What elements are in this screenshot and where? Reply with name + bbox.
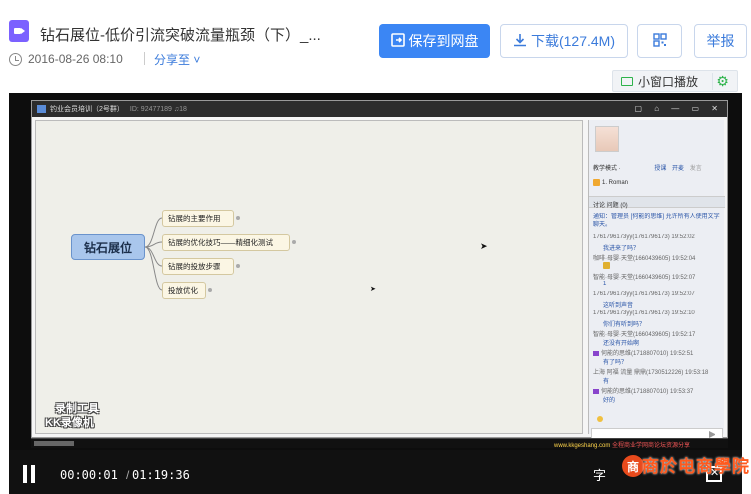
qr-code-icon bbox=[652, 32, 667, 50]
download-label: 下载(127.4M) bbox=[530, 33, 616, 49]
upload-date: 2016-08-26 08:10 bbox=[28, 52, 123, 66]
chat-meta: 智能·母婴·天堂(1660439605) 19:52:17 bbox=[593, 332, 696, 338]
expand-icon bbox=[236, 264, 240, 268]
member-badge-icon bbox=[593, 179, 600, 186]
chat-message: 这听到声音 bbox=[603, 303, 634, 309]
pause-button[interactable] bbox=[22, 465, 36, 483]
divider bbox=[144, 52, 145, 65]
crown-icon bbox=[593, 388, 599, 394]
mouse-cursor-icon: ➤ bbox=[370, 286, 376, 293]
mindmap-node: 钻展的优化技巧——精细化测试 bbox=[162, 234, 290, 251]
share-dropdown[interactable]: 分享至 ˅ bbox=[154, 51, 200, 68]
emoji-icon bbox=[603, 262, 610, 269]
class-side-panel: 教学模式 · 授课 开麦 发言 1. Roman 讨论 问题 (0) 通知：管理… bbox=[588, 120, 725, 440]
source-url: www.kkgeshang.com bbox=[554, 443, 611, 449]
clock-icon bbox=[9, 53, 22, 66]
crown-icon bbox=[593, 350, 599, 356]
send-icon bbox=[709, 431, 718, 438]
video-player[interactable]: 钓业会员培训（2号群） ID: 92477189 ♫18 ▢ ⌂ — ▭ ✕ 钻… bbox=[9, 93, 742, 494]
member-row: 1. Roman bbox=[593, 179, 628, 186]
chat-message: 还没有开始啊 bbox=[603, 341, 640, 347]
mode-tab: 授课 bbox=[654, 166, 667, 172]
mode-label: 教学模式 · bbox=[593, 166, 621, 172]
chat-meta: 1761796173yy(1761796173) 19:52:02 bbox=[593, 234, 695, 240]
share-label: 分享至 bbox=[154, 53, 191, 67]
tv-icon bbox=[621, 76, 633, 86]
mindmap-connectors bbox=[144, 217, 163, 291]
chat-meta: 上海 阿福 流量 鼎鼎(1730512226) 19:53:18 bbox=[593, 370, 709, 376]
app-titlebar: 钓业会员培训（2号群） ID: 92477189 ♫18 ▢ ⌂ — ▭ ✕ bbox=[32, 101, 727, 117]
recorder-watermark: 录制工具 KK录像机 bbox=[45, 402, 99, 430]
chat-meta: 何能的思维(1718807010) 19:53:37 bbox=[593, 386, 721, 395]
chat-message: 你们有听到吗？ bbox=[603, 322, 646, 328]
member-name: 1. Roman bbox=[602, 180, 629, 187]
academy-logo: 商 商於电商學院 bbox=[620, 451, 751, 494]
save-to-disk-button[interactable]: 保存到网盘 bbox=[379, 24, 490, 58]
file-title: 钻石展位-低价引流突破流量瓶颈（下）_... bbox=[40, 27, 321, 44]
time-separator: / bbox=[126, 468, 130, 482]
teacher-avatar bbox=[595, 126, 619, 152]
chat-message: 好的 bbox=[603, 398, 616, 404]
mindmap-root: 钻石展位 bbox=[71, 234, 145, 260]
chat-message: 有 bbox=[603, 379, 610, 385]
qr-code-button[interactable] bbox=[637, 24, 682, 58]
chat-tabs-label: 讨论 问题 (0) bbox=[593, 203, 628, 209]
chat-message: 有了吗？ bbox=[603, 360, 628, 366]
app-logo-icon bbox=[37, 105, 46, 113]
window-controls-icon: ▢ ⌂ — ▭ ✕ bbox=[634, 104, 723, 113]
chat-meta: 智能·母婴·天堂(1660439605) 19:52:07 bbox=[593, 275, 696, 281]
expand-icon bbox=[208, 288, 212, 292]
recorded-app-window: 钓业会员培训（2号群） ID: 92477189 ♫18 ▢ ⌂ — ▭ ✕ 钻… bbox=[31, 100, 728, 440]
chat-meta: 1761796173yy(1761796173) 19:52:07 bbox=[593, 291, 695, 297]
gear-icon[interactable]: ⚙ bbox=[712, 73, 732, 90]
chat-meta: 何能的思维(1718807010) 19:52:51 bbox=[593, 348, 721, 357]
mindmap-node: 钻展的主要作用 bbox=[162, 210, 234, 227]
mouse-cursor-icon: ➤ bbox=[480, 241, 488, 251]
mindmap-node: 投放优化 bbox=[162, 282, 206, 299]
watermark-line: KK录像机 bbox=[45, 417, 94, 429]
mindmap-node: 钻展的投放步骤 bbox=[162, 258, 234, 275]
chat-tabs: 讨论 问题 (0) bbox=[589, 196, 725, 209]
chat-notice: 通知：管理员 [何能的思维] 允许所有人使用文字聊天。 bbox=[593, 214, 720, 228]
emoji-icon bbox=[597, 416, 603, 422]
logo-text: 商於电商學院 bbox=[642, 457, 750, 477]
app-title: 钓业会员培训（2号群） bbox=[50, 106, 124, 113]
video-file-icon bbox=[9, 20, 29, 42]
source-note: www.kkgeshang.com 全程商业学网商论坛资源分享 bbox=[554, 440, 690, 449]
chat-message: 1 bbox=[603, 281, 607, 287]
mode-tab: 开麦 bbox=[672, 166, 685, 172]
mode-row: 教学模式 · 授课 开麦 发言 bbox=[593, 163, 702, 172]
subtitle-button[interactable]: 字 bbox=[593, 465, 606, 484]
mini-player-label: 小窗口播放 bbox=[638, 74, 699, 89]
expand-icon bbox=[292, 240, 296, 244]
mindmap-canvas: 钻石展位 钻展的主要作用 钻展的优化技巧——精细化测试 钻展的投放步骤 投放优化… bbox=[35, 120, 583, 434]
chat-meta: 1761796173yy(1761796173) 19:52:10 bbox=[593, 310, 695, 316]
chat-emoji bbox=[593, 262, 721, 269]
chat-meta: 咖啡·母婴·天堂(1660439605) 19:52:04 bbox=[593, 256, 696, 262]
chevron-down-icon: ˅ bbox=[193, 53, 201, 67]
download-icon bbox=[513, 33, 527, 50]
watermark-line: 录制工具 bbox=[55, 403, 99, 415]
logo-circle-icon: 商 bbox=[622, 455, 644, 477]
total-time: 01:19:36 bbox=[132, 468, 190, 482]
report-button[interactable]: 举报 bbox=[694, 24, 747, 58]
source-text: 全程商业学网商论坛资源分享 bbox=[610, 443, 691, 449]
save-to-disk-icon bbox=[390, 32, 405, 50]
download-button[interactable]: 下载(127.4M) bbox=[500, 24, 628, 58]
app-progress bbox=[34, 441, 74, 446]
current-time: 00:00:01 bbox=[60, 468, 118, 482]
chat-message: 我进来了吗？ bbox=[603, 246, 640, 252]
mode-tab: 发言 bbox=[689, 166, 702, 172]
expand-icon bbox=[236, 216, 240, 220]
app-meta: ID: 92477189 ♫18 bbox=[129, 105, 187, 113]
save-label: 保存到网盘 bbox=[408, 33, 479, 49]
